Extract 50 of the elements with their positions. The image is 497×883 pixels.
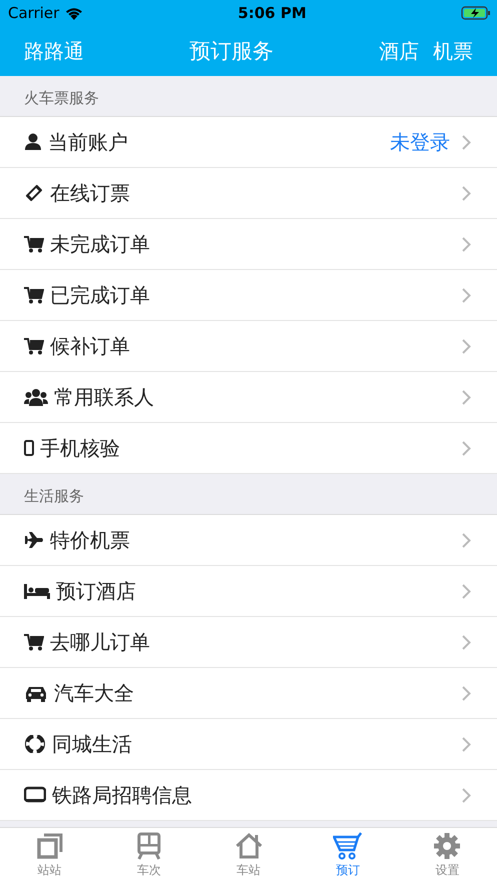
- menu-row[interactable]: 未完成订单: [0, 219, 497, 270]
- chevron-icon: [462, 288, 471, 302]
- chevron-icon: [462, 236, 471, 252]
- chevron-icon: [462, 134, 471, 150]
- chevron-icon: [462, 634, 471, 650]
- login-status: 未登录: [390, 128, 450, 156]
- clock-time: 5:06 PM: [238, 4, 306, 22]
- page-title: 预订服务: [190, 38, 274, 65]
- car-icon: [24, 684, 48, 702]
- menu-row[interactable]: 候补订单: [0, 321, 497, 372]
- menu-row[interactable]: 汽车大全: [0, 668, 497, 719]
- chevron-icon: [462, 736, 471, 752]
- section-header: 火车票服务: [24, 89, 99, 108]
- bed-icon: [24, 582, 50, 600]
- menu-row[interactable]: 当前账户 未登录: [0, 117, 497, 168]
- wifi-icon: [65, 6, 84, 20]
- chevron-icon: [462, 440, 471, 456]
- airplane-icon: [24, 531, 44, 549]
- menu-row[interactable]: 手机核验: [0, 423, 497, 474]
- chevron-icon: [462, 584, 471, 598]
- cart-icon: [24, 235, 44, 253]
- menu-row[interactable]: 同城生活: [0, 719, 497, 770]
- tab-bar-item[interactable]: 站站: [0, 828, 100, 883]
- chevron-icon: [462, 788, 471, 802]
- phone-icon: [24, 439, 34, 457]
- tab-bar-item[interactable]: 车站: [198, 828, 298, 883]
- menu-row[interactable]: 常用联系人: [0, 372, 497, 423]
- person-icon: [24, 133, 42, 151]
- chevron-icon: [462, 532, 471, 548]
- menu-row[interactable]: 在线订票: [0, 168, 497, 219]
- menu-row[interactable]: 已完成订单: [0, 270, 497, 321]
- lifebuoy-icon: [24, 735, 46, 753]
- cart-icon: [24, 337, 44, 355]
- tab-bar-item[interactable]: 车次: [99, 828, 199, 883]
- chevron-icon: [462, 338, 471, 354]
- chevron-icon: [462, 186, 471, 200]
- tab-bar-item[interactable]: 预订: [298, 828, 398, 883]
- menu-row[interactable]: 铁路局招聘信息: [0, 770, 497, 821]
- group-icon: [24, 388, 48, 406]
- tab-bar-item[interactable]: 设置: [398, 828, 497, 883]
- menu-row[interactable]: 去哪儿订单: [0, 617, 497, 668]
- menu-row[interactable]: 预订酒店: [0, 566, 497, 617]
- chevron-icon: [462, 686, 471, 700]
- menu-row[interactable]: 特价机票: [0, 515, 497, 566]
- chevron-icon: [462, 390, 471, 404]
- battery-icon: [460, 6, 491, 20]
- cart-icon: [24, 286, 44, 304]
- carrier-label: Carrier: [8, 4, 60, 22]
- cart-icon: [24, 633, 44, 651]
- section-header: 生活服务: [24, 487, 84, 506]
